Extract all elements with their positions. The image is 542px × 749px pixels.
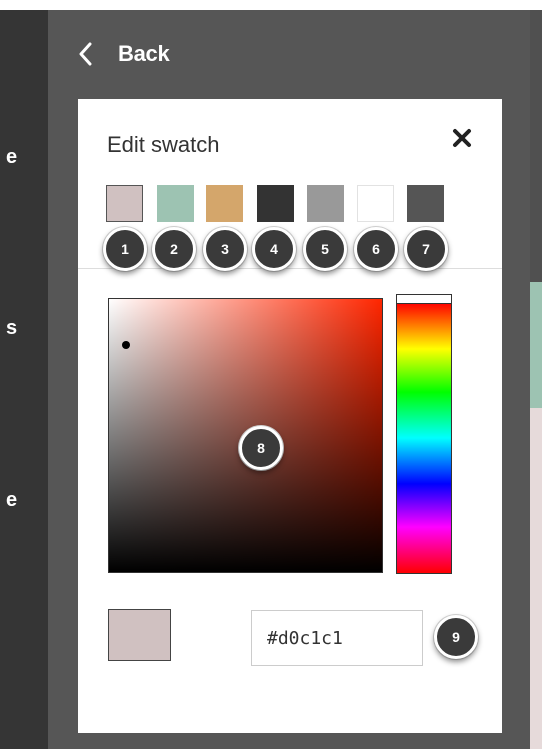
close-x-icon (453, 129, 471, 147)
swatch-5[interactable] (307, 185, 344, 222)
swatch-7[interactable] (407, 185, 444, 222)
hue-gradient (396, 302, 452, 574)
color-preview (108, 609, 171, 661)
annotation-badge: 4 (252, 227, 296, 271)
scroll-indicator (530, 282, 542, 408)
annotation-badge: 9 (434, 615, 478, 659)
swatch-2[interactable] (157, 185, 194, 222)
edit-swatch-dialog: Edit swatch 1 2 3 4 5 6 7 8 9 (78, 99, 502, 733)
swatch-3[interactable] (206, 185, 243, 222)
right-edge-strip (530, 10, 542, 749)
close-button[interactable] (450, 126, 474, 150)
annotation-badge: 8 (239, 426, 283, 470)
swatch-4[interactable] (257, 185, 294, 222)
annotation-badge: 1 (103, 227, 147, 271)
chevron-left-icon (79, 42, 92, 66)
left-nav-fragment[interactable]: e (6, 489, 17, 512)
annotation-badge: 5 (303, 227, 347, 271)
left-nav-fragment[interactable]: s (6, 317, 17, 340)
annotation-badge: 3 (203, 227, 247, 271)
divider (78, 268, 502, 269)
left-nav-strip: e s e (0, 10, 48, 749)
swatch-6[interactable] (357, 185, 394, 222)
hue-slider[interactable] (396, 294, 452, 574)
annotation-badge: 2 (152, 227, 196, 271)
left-nav-fragment[interactable]: e (6, 146, 17, 169)
background-preview-area (530, 408, 542, 749)
sv-picker-handle[interactable] (122, 341, 130, 349)
annotation-badge: 7 (404, 227, 448, 271)
swatch-1[interactable] (106, 185, 143, 222)
hue-slider-handle[interactable] (396, 294, 452, 304)
annotation-badge: 6 (354, 227, 398, 271)
dialog-title: Edit swatch (107, 132, 220, 157)
back-button-label: Back (118, 41, 170, 66)
hex-color-input[interactable] (251, 610, 423, 666)
back-button[interactable]: Back (78, 34, 170, 74)
